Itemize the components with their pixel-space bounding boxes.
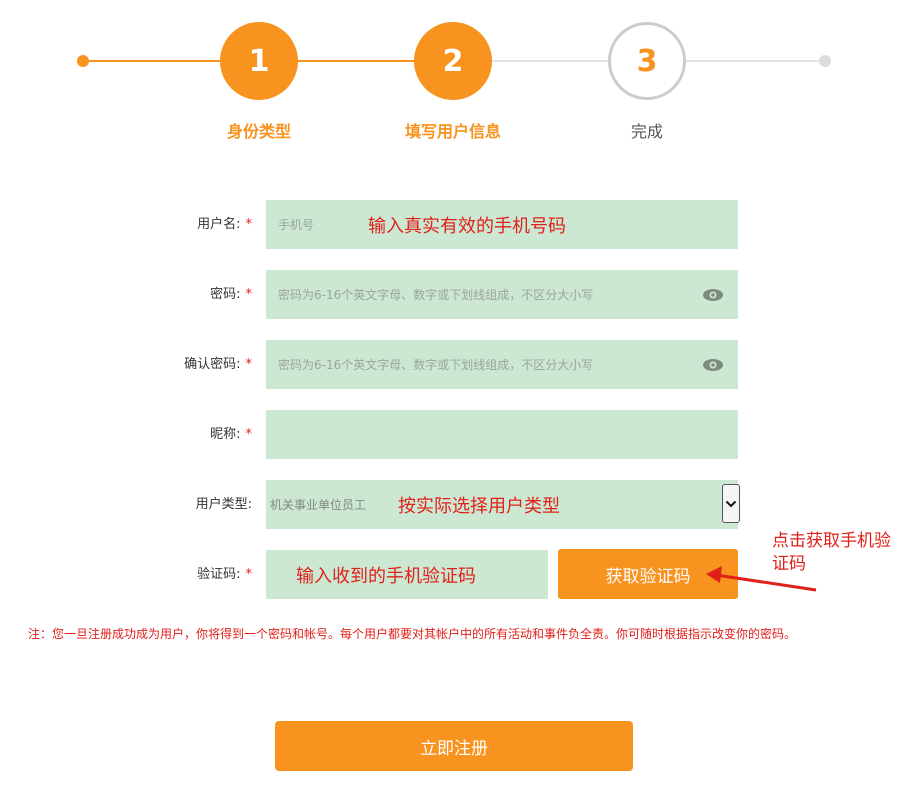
verification-code-input[interactable]: 输入收到的手机验证码: [266, 550, 548, 599]
step-2-label: 填写用户信息: [404, 122, 501, 141]
step-1-label: 身份类型: [226, 122, 291, 141]
register-button[interactable]: 立即注册: [275, 721, 633, 771]
username-label: 用户名: *: [197, 217, 253, 232]
step-3-label: 完成: [630, 122, 663, 141]
required-mark: *: [245, 217, 253, 232]
chevron-down-icon: [725, 500, 737, 507]
confirm-password-placeholder: 密码为6-16个英文字母、数字或下划线组成，不区分大小写: [278, 358, 594, 372]
select-arrow[interactable]: [722, 484, 740, 523]
required-mark: *: [245, 287, 253, 302]
username-annotation: 输入真实有效的手机号码: [368, 215, 567, 237]
verification-annotation: 输入收到的手机验证码: [296, 565, 476, 587]
verification-label: 验证码: *: [197, 567, 253, 582]
user-type-select[interactable]: 机关事业单位员工 按实际选择用户类型: [266, 480, 740, 529]
username-placeholder: 手机号: [278, 218, 315, 232]
password-placeholder: 密码为6-16个英文字母、数字或下划线组成，不区分大小写: [278, 288, 594, 302]
progress-start-dot: [77, 55, 89, 67]
confirm-password-label: 确认密码: *: [184, 357, 253, 372]
nickname-label: 昵称: *: [210, 427, 253, 442]
required-mark: *: [245, 567, 253, 582]
password-label: 密码: *: [210, 287, 253, 302]
password-input[interactable]: 密码为6-16个英文字母、数字或下划线组成，不区分大小写: [266, 270, 738, 319]
required-mark: *: [245, 357, 253, 372]
user-type-annotation: 按实际选择用户类型: [398, 495, 561, 517]
user-type-label: 用户类型:: [195, 497, 252, 512]
username-input[interactable]: 手机号 输入真实有效的手机号码: [266, 200, 738, 249]
required-mark: *: [245, 427, 253, 442]
annotation-arrow-icon: [706, 566, 817, 592]
registration-notice: 注：您一旦注册成功成为用户，你将得到一个密码和帐号。每个用户都要对其帐户中的所有…: [28, 627, 797, 641]
confirm-password-input[interactable]: 密码为6-16个英文字母、数字或下划线组成，不区分大小写: [266, 340, 738, 389]
step-1-circle: 1: [220, 22, 298, 100]
nickname-input[interactable]: [266, 410, 738, 459]
step-3-circle: 3: [608, 22, 686, 100]
progress-end-dot: [819, 55, 831, 67]
eye-icon[interactable]: [702, 288, 724, 302]
user-type-selected: 机关事业单位员工: [270, 498, 367, 512]
step-2-circle: 2: [414, 22, 492, 100]
eye-icon[interactable]: [702, 358, 724, 372]
